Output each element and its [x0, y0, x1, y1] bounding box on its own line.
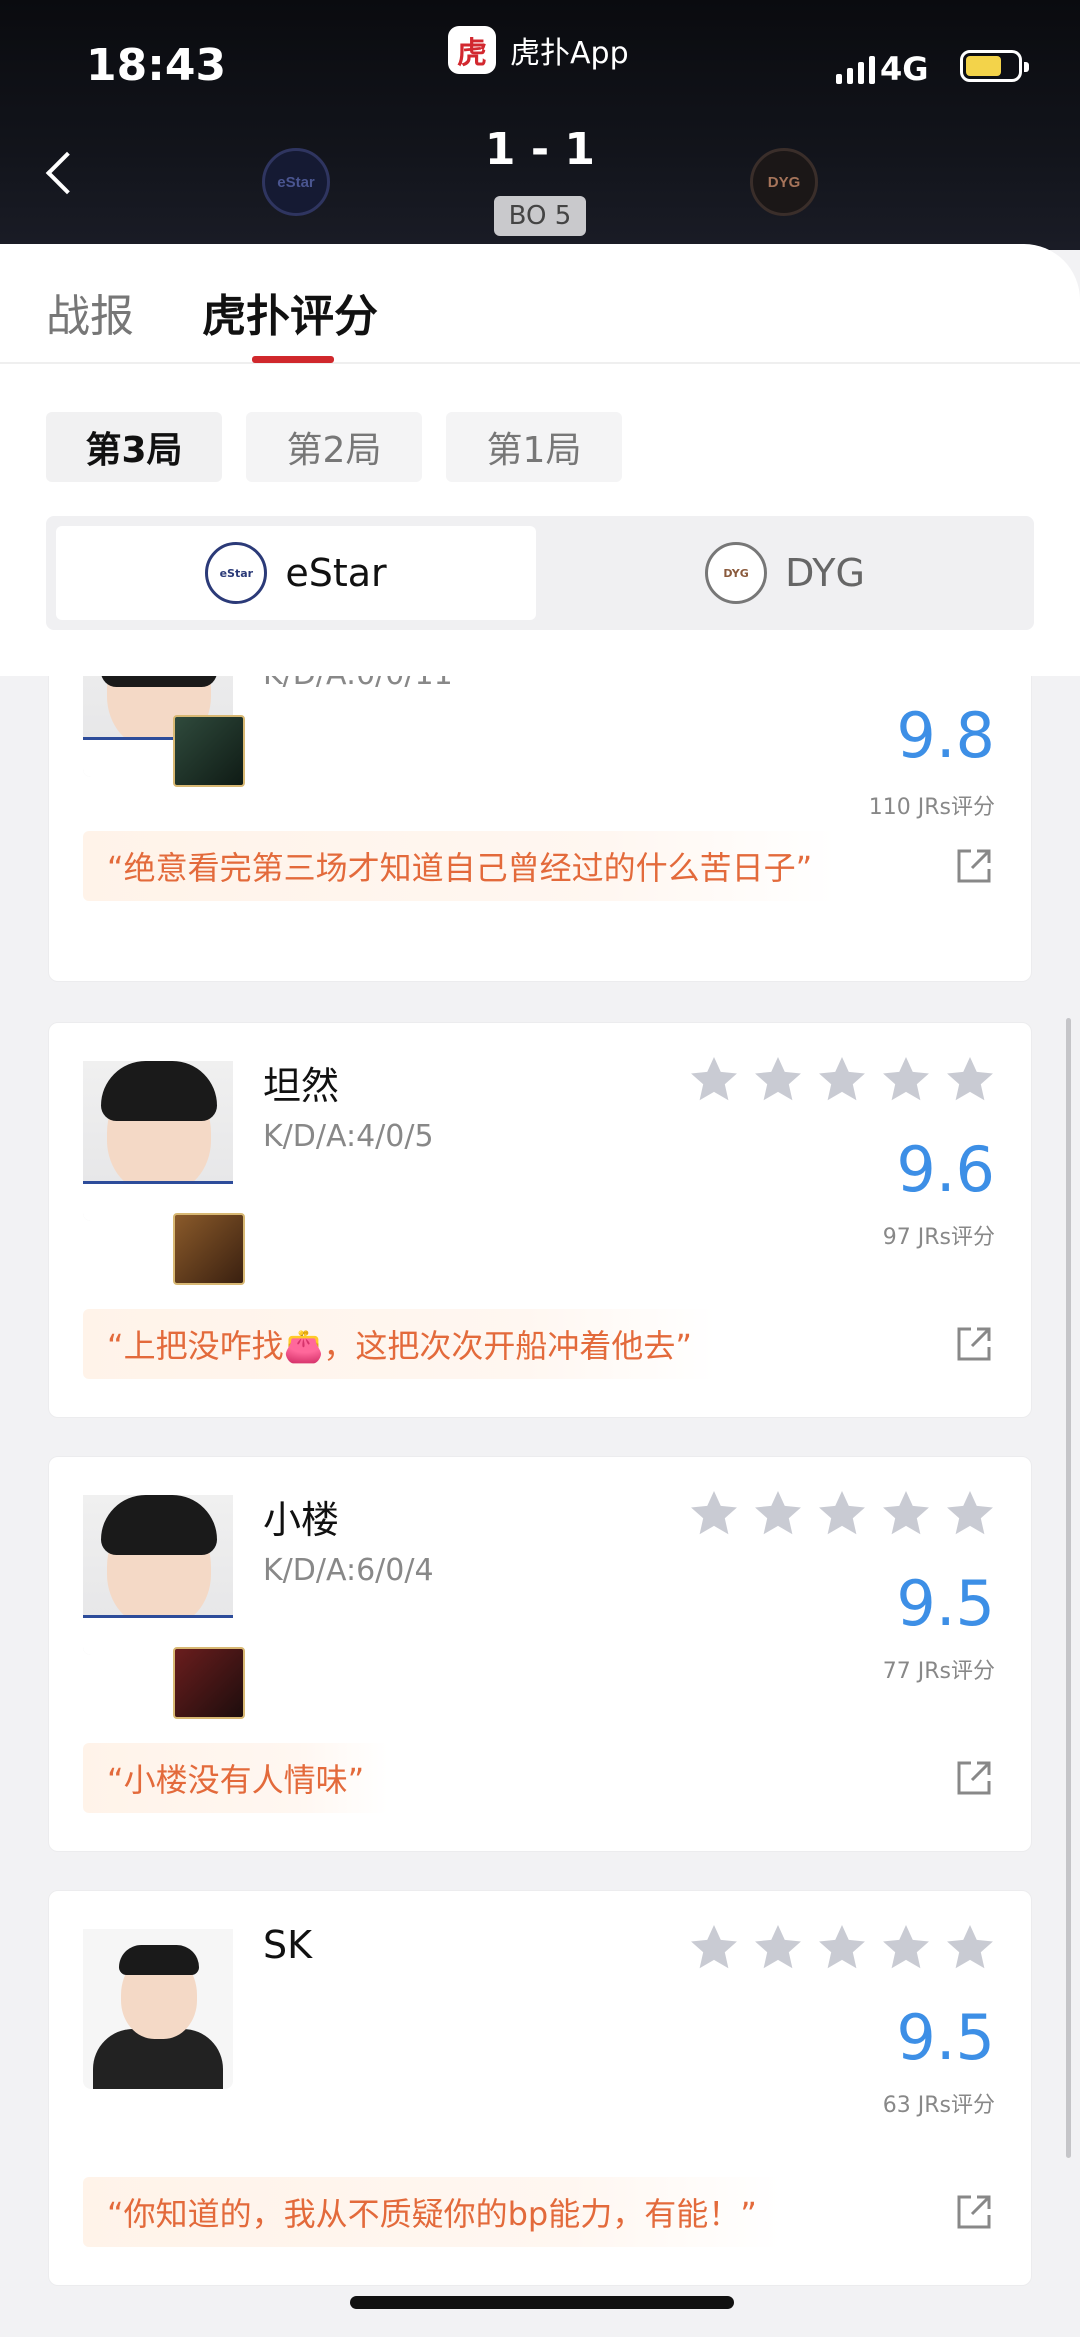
player-card[interactable]: 坦然 K/D/A:4/0/5 9.6 97 JRs评分 “上把没咋找👛，这把次次… — [48, 1022, 1032, 1418]
player-photo — [83, 1495, 233, 1655]
player-rating: 9.8 — [896, 699, 995, 772]
player-quote[interactable]: “绝意看完第三场才知道自己曾经过的什么苦日子” — [83, 831, 837, 901]
player-name: SK — [263, 1923, 313, 1967]
player-quote[interactable]: “小楼没有人情味” — [83, 1743, 389, 1813]
estar-logo-icon: eStar — [205, 542, 268, 604]
player-card[interactable]: SK 9.5 63 JRs评分 “你知道的，我从不质疑你的bp能力，有能！” — [48, 1890, 1032, 2286]
hero-icon — [173, 715, 245, 787]
app-badge: 虎 虎扑App — [448, 26, 629, 74]
share-icon[interactable] — [955, 1325, 993, 1363]
battery-icon — [960, 50, 1029, 82]
hero-icon — [173, 1213, 245, 1285]
scrollbar[interactable] — [1066, 1018, 1071, 2158]
player-name: 坦然 — [263, 1064, 340, 1108]
status-time: 18:43 — [86, 40, 227, 91]
game-2-button[interactable]: 第2局 — [246, 412, 422, 482]
team-dyg-button[interactable]: DYG DYG — [546, 526, 1024, 620]
away-team-logo: DYG — [750, 148, 818, 216]
player-kda: K/D/A:6/0/4 — [263, 1553, 434, 1588]
star-icon[interactable] — [687, 1487, 741, 1541]
star-icon[interactable] — [879, 1921, 933, 1975]
star-icon[interactable] — [751, 1053, 805, 1107]
team-switch: eStar eStar DYG DYG — [46, 516, 1034, 630]
app-logo-icon: 虎 — [448, 26, 496, 74]
network-label: 4G — [880, 50, 929, 88]
tab-report[interactable]: 战报 — [46, 280, 134, 344]
game-selector: 第3局 第2局 第1局 — [46, 412, 622, 482]
share-icon[interactable] — [955, 1759, 993, 1797]
player-card[interactable]: 小楼 K/D/A:6/0/4 9.5 77 JRs评分 “小楼没有人情味” — [48, 1456, 1032, 1852]
player-card[interactable]: K/D/A:0/0/11 9.8 110 JRs评分 “绝意看完第三场才知道自己… — [48, 676, 1032, 982]
star-icon[interactable] — [815, 1921, 869, 1975]
home-indicator[interactable] — [350, 2296, 734, 2309]
player-rating: 9.5 — [896, 2001, 995, 2074]
star-rating[interactable] — [687, 1487, 997, 1541]
player-rating-list[interactable]: K/D/A:0/0/11 9.8 110 JRs评分 “绝意看完第三场才知道自己… — [0, 676, 1080, 2337]
match-format-badge: BO 5 — [494, 196, 586, 236]
player-quote[interactable]: “你知道的，我从不质疑你的bp能力，有能！” — [83, 2177, 781, 2247]
player-photo — [83, 1061, 233, 1221]
tab-bar: 战报 虎扑评分 — [0, 244, 1080, 364]
star-icon[interactable] — [879, 1053, 933, 1107]
rating-panel: 战报 虎扑评分 第3局 第2局 第1局 eStar eStar DYG DYG — [0, 244, 1080, 676]
rating-votes: 63 JRs评分 — [882, 2093, 995, 2118]
team-estar-label: eStar — [285, 551, 387, 595]
dyg-logo-icon: DYG — [705, 542, 768, 604]
star-icon[interactable] — [751, 1921, 805, 1975]
hero-icon — [173, 1647, 245, 1719]
star-icon[interactable] — [879, 1487, 933, 1541]
star-icon[interactable] — [815, 1487, 869, 1541]
star-icon[interactable] — [815, 1053, 869, 1107]
rating-votes: 110 JRs评分 — [868, 795, 995, 820]
star-icon[interactable] — [943, 1487, 997, 1541]
rating-votes: 97 JRs评分 — [882, 1225, 995, 1250]
player-rating: 9.6 — [896, 1133, 995, 1206]
star-icon[interactable] — [687, 1921, 741, 1975]
player-kda: K/D/A:0/0/11 — [263, 676, 453, 692]
star-icon[interactable] — [943, 1053, 997, 1107]
signal-icon — [836, 48, 875, 84]
share-icon[interactable] — [955, 847, 993, 885]
star-rating[interactable] — [687, 1053, 997, 1107]
star-rating[interactable] — [687, 1921, 997, 1975]
star-icon[interactable] — [687, 1053, 741, 1107]
star-icon[interactable] — [943, 1921, 997, 1975]
app-name: 虎扑App — [510, 36, 629, 71]
share-icon[interactable] — [955, 2193, 993, 2231]
rating-votes: 77 JRs评分 — [882, 1659, 995, 1684]
player-rating: 9.5 — [896, 1567, 995, 1640]
player-photo — [83, 1929, 233, 2089]
player-quote[interactable]: “上把没咋找👛，这把次次开船冲着他去” — [83, 1309, 717, 1379]
active-tab-indicator — [252, 356, 334, 363]
tab-hupu-rating[interactable]: 虎扑评分 — [202, 280, 378, 344]
game-1-button[interactable]: 第1局 — [446, 412, 622, 482]
match-header: 18:43 虎 虎扑App 4G eStar 1 - 1 BO 5 DYG — [0, 0, 1080, 250]
game-3-button[interactable]: 第3局 — [46, 412, 222, 482]
star-icon[interactable] — [751, 1487, 805, 1541]
player-name: 小楼 — [263, 1498, 340, 1542]
team-estar-button[interactable]: eStar eStar — [56, 526, 536, 620]
team-dyg-label: DYG — [785, 551, 865, 595]
player-kda: K/D/A:4/0/5 — [263, 1119, 434, 1154]
match-score: 1 - 1 — [484, 124, 596, 175]
